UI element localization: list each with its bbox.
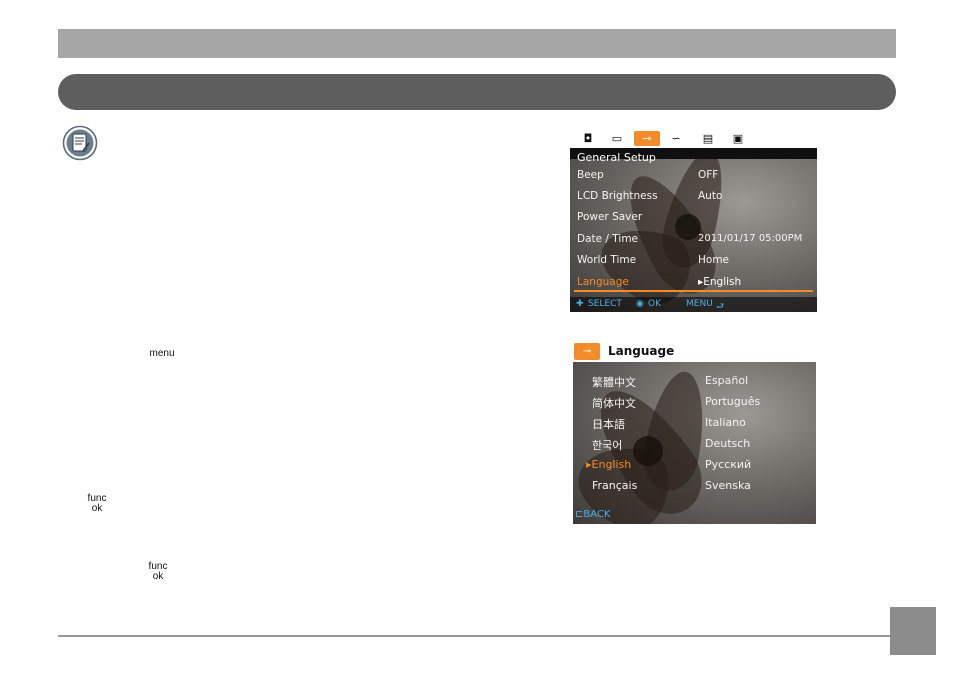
row-value: ▸English [698,276,742,288]
footer-rule [58,635,890,637]
row-value: Home [698,254,730,266]
menu-row-power-saver[interactable]: Power Saver [570,208,817,229]
ok-text: ok [91,503,103,514]
flower-center [633,436,663,466]
menu-tab-bar: ◘ ▭ ⊸ ∽ ▤ ▣ [570,129,817,148]
ok-hint: OK [648,299,661,309]
camera-icon[interactable]: ◘ [578,131,598,146]
row-label: LCD Brightness [577,190,658,202]
top-bar [58,29,896,58]
language-option[interactable]: Português [705,395,760,408]
menu-row-date-time[interactable]: Date / Time 2011/01/17 05:00PM [570,230,817,251]
language-option[interactable]: Español [705,374,748,387]
camera-screen-language: ⊸ Language 繁體中文 简体中文 日本語 한국어 ▸English Fr… [573,341,816,524]
language-option[interactable]: Deutsch [705,437,750,450]
func-ok-key-label-2: func ok [143,562,173,582]
row-value: Auto [698,190,723,202]
row-value: 2011/01/17 05:00PM [698,233,803,244]
hint-bar: ✚ SELECT ◉ OK MENU ⮐ [570,297,817,312]
wrench-icon[interactable]: ⊸ [634,131,660,146]
frame-icon[interactable]: ▭ [607,131,627,146]
row-label: Beep [577,169,604,181]
language-title-bar: ⊸ Language [573,341,816,362]
back-text: BACK [583,509,611,520]
row-label: Date / Time [577,233,639,245]
menu-row-beep[interactable]: Beep OFF [570,166,817,187]
language-option[interactable]: 繁體中文 [592,374,636,390]
language-option[interactable]: Français [592,479,637,492]
transfer-icon[interactable]: ∽ [666,131,686,146]
ok-text: ok [152,571,164,582]
note-icon [62,125,98,161]
section-title-bar [58,74,896,110]
menu-header: General Setup [577,151,656,164]
menu-row-lcd-brightness[interactable]: LCD Brightness Auto [570,187,817,208]
func-ok-key-label-1: func ok [82,494,112,514]
language-option[interactable]: 简体中文 [592,395,636,411]
screen-title: Language [608,344,675,358]
page-number-box [890,607,936,655]
language-option[interactable]: 日本語 [592,416,625,432]
back-hint: ⊏BACK [575,509,610,520]
row-label: World Time [577,254,637,266]
menu-hint: MENU [686,299,713,309]
language-option[interactable]: 한국어 [592,437,622,453]
row-value: OFF [698,169,719,181]
language-option[interactable]: Italiano [705,416,746,429]
return-icon: ⮐ [716,302,725,312]
dpad-icon: ✚ [576,299,584,309]
menu-row-world-time[interactable]: World Time Home [570,251,817,272]
language-option-selected[interactable]: ▸English [586,458,631,471]
language-option[interactable]: Svenska [705,479,751,492]
menu-row-language[interactable]: Language ▸English [570,273,817,294]
select-hint: SELECT [588,299,622,309]
display-icon[interactable]: ▣ [728,131,748,146]
row-label: Language [577,276,629,288]
language-option[interactable]: Русский [705,458,751,471]
camera-screen-general-setup: ◘ ▭ ⊸ ∽ ▤ ▣ General Setup Beep OFF LCD B… [570,129,817,312]
ok-button-icon: ◉ [636,299,644,309]
row-label: Power Saver [577,211,643,223]
wrench-icon: ⊸ [574,343,600,360]
menu-key-label: menu [149,348,175,359]
print-icon[interactable]: ▤ [698,131,718,146]
